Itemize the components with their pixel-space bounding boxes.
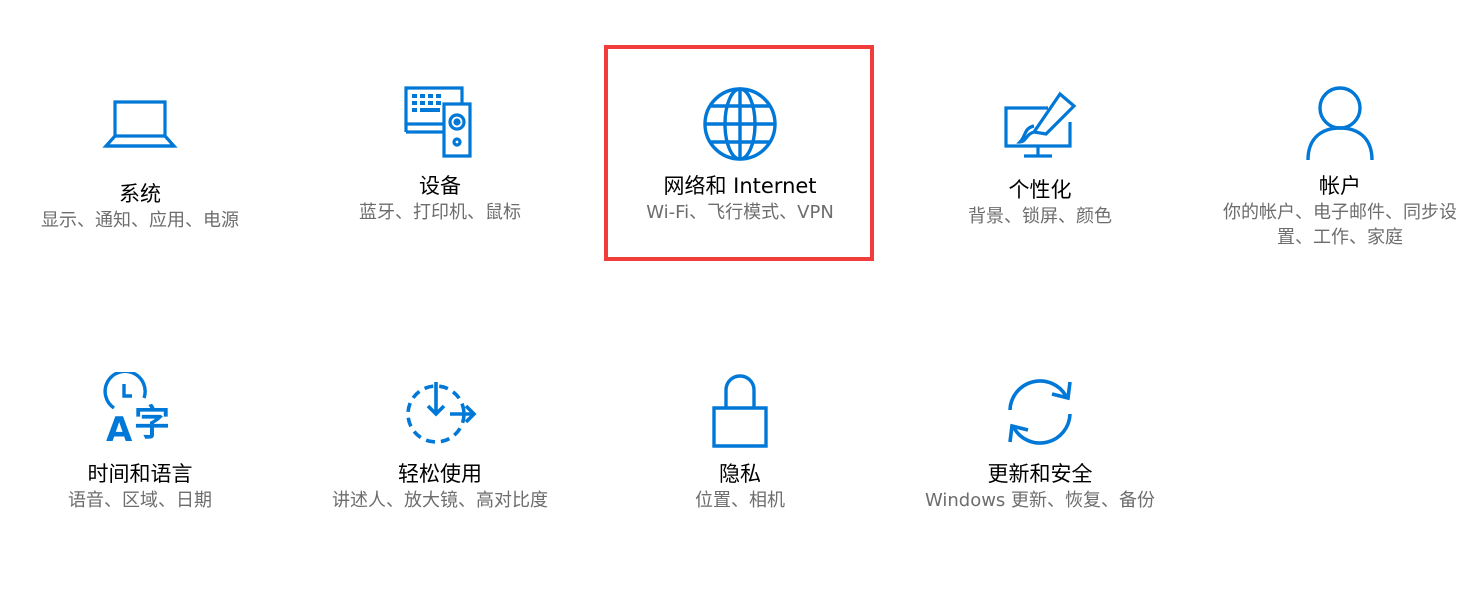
tile-ease-of-access[interactable]: 轻松使用 讲述人、放大镜、高对比度 [310, 372, 570, 513]
time-language-glyph: 字 [134, 403, 171, 444]
devices-icon [400, 84, 480, 164]
tile-subtitle: 语音、区域、日期 [68, 490, 212, 511]
tile-privacy[interactable]: 隐私 位置、相机 [610, 372, 870, 513]
tile-subtitle: 位置、相机 [695, 490, 785, 511]
personalization-icon [1000, 88, 1080, 168]
tile-subtitle: Windows 更新、恢复、备份 [924, 490, 1156, 511]
tile-subtitle: 你的帐户、电子邮件、同步设置、工作、家庭 [1223, 202, 1457, 248]
tile-time-language[interactable]: A 字 时间和语言 语音、区域、日期 [10, 372, 270, 513]
sync-icon [1000, 372, 1080, 452]
tile-title: 轻松使用 [398, 462, 482, 486]
lock-icon [700, 372, 780, 452]
tile-system[interactable]: 系统 显示、通知、应用、电源 [10, 92, 270, 233]
tile-subtitle: 蓝牙、打印机、鼠标 [359, 202, 521, 223]
laptop-icon [100, 92, 180, 172]
settings-home: 系统 显示、通知、应用、电源 设备 蓝牙、打印机、鼠标 网络和 Internet… [0, 0, 1479, 607]
tile-title: 系统 [119, 182, 161, 206]
person-icon [1300, 84, 1380, 164]
time-language-icon: A 字 [100, 372, 180, 452]
tile-title: 帐户 [1319, 174, 1361, 198]
tile-title: 时间和语言 [87, 462, 193, 486]
tile-title: 设备 [419, 174, 461, 198]
tile-subtitle: 显示、通知、应用、电源 [41, 210, 239, 231]
tile-network-internet[interactable]: 网络和 Internet Wi-Fi、飞行模式、VPN [610, 84, 870, 225]
tile-subtitle: Wi-Fi、飞行模式、VPN [646, 202, 834, 223]
tile-accounts[interactable]: 帐户 你的帐户、电子邮件、同步设置、工作、家庭 [1210, 84, 1470, 250]
tile-personalization[interactable]: 个性化 背景、锁屏、颜色 [910, 88, 1170, 229]
tile-subtitle: 讲述人、放大镜、高对比度 [332, 490, 548, 511]
tile-subtitle: 背景、锁屏、颜色 [968, 206, 1112, 227]
ease-of-access-icon [400, 372, 480, 452]
tile-title: 隐私 [719, 462, 761, 486]
tile-devices[interactable]: 设备 蓝牙、打印机、鼠标 [310, 84, 570, 225]
time-language-letter: A [106, 410, 133, 450]
tile-title: 更新和安全 [987, 462, 1093, 486]
globe-icon [700, 84, 780, 164]
tile-title: 网络和 Internet [663, 174, 817, 198]
tile-title: 个性化 [1008, 178, 1072, 202]
tile-update-security[interactable]: 更新和安全 Windows 更新、恢复、备份 [910, 372, 1170, 513]
